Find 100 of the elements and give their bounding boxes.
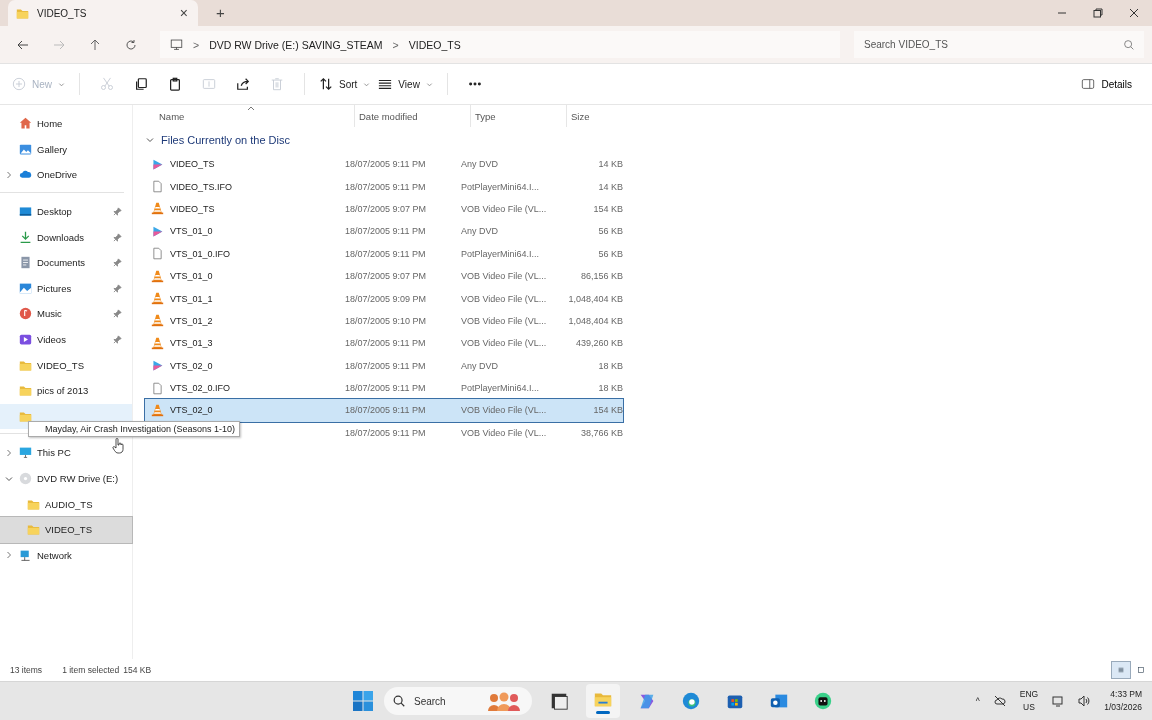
sidebar-item[interactable]: AUDIO_TS [0, 491, 124, 517]
traffic-cone-icon [151, 202, 164, 216]
file-row[interactable]: VTS_01_3 18/07/2005 9:11 PM VOB Video File (VL... 439,260 KB [145, 332, 623, 355]
file-name: VTS_01_0.IFO [170, 248, 231, 259]
size-cell-text: 439,260 KB [574, 338, 623, 349]
chevron-right-icon[interactable] [4, 550, 14, 561]
details-view-button[interactable] [1112, 662, 1130, 678]
file-icon [151, 180, 164, 194]
size-cell-text: 56 KB [597, 226, 623, 237]
traffic-cone-icon [151, 336, 164, 350]
address-bar[interactable]: > DVD RW Drive (E:) SAVING_STEAM > VIDEO_TS [160, 31, 840, 58]
tab[interactable]: VIDEO_TS × [8, 0, 198, 26]
play-icon [151, 157, 164, 171]
chevron-right-icon[interactable] [4, 170, 14, 180]
file-row[interactable]: VIDEO_TS 18/07/2005 9:07 PM VOB Video File (VL... 154 KB [145, 197, 623, 221]
date-cell-text: 18/07/2005 9:11 PM [345, 226, 427, 237]
traffic-cone-icon [151, 404, 164, 417]
close-icon [1129, 8, 1139, 18]
type-cell-text: VOB Video File (VL... [461, 427, 548, 438]
network-icon [19, 548, 32, 562]
hand-cursor-icon [112, 438, 124, 454]
file-row[interactable]: VTS_01_1 18/07/2005 9:09 PM VOB Video File (VL... 1,048,404 KB [145, 287, 623, 310]
folder-icon [27, 523, 40, 537]
tooltip: Mayday, Air Crash Investigation (Seasons 1-10) [28, 421, 240, 437]
sidebar-item[interactable]: VIDEO_TS [0, 352, 124, 378]
column-header[interactable]: Name [155, 105, 355, 127]
sidebar-item[interactable]: OneDrive [0, 162, 124, 188]
sidebar-item[interactable]: pics of 2013 [0, 377, 124, 404]
folder-icon [19, 384, 32, 398]
chevron-right-icon[interactable] [4, 447, 14, 458]
clock[interactable]: 4:33 PM 1/03/2026 [1104, 688, 1142, 714]
language-indicator[interactable]: ENG US [1019, 688, 1039, 714]
monitor-icon [19, 205, 32, 219]
date-cell-text: 18/07/2005 9:09 PM [345, 293, 428, 304]
home-icon [19, 117, 32, 131]
file-name: VTS_02_0.IFO [170, 383, 231, 394]
windows-logo-icon[interactable] [352, 690, 374, 712]
new-tab-button[interactable]: + [210, 3, 231, 22]
taskbar-search[interactable]: Search [384, 687, 532, 715]
size-cell-text: 14 KB [597, 181, 623, 192]
separator: > [193, 38, 200, 51]
file-row[interactable]: VTS_02_0 18/07/2005 9:11 PM VOB Video File (VL... 154 KB [145, 399, 623, 422]
file-row[interactable]: VIDEO_TS.IFO 18/07/2005 9:11 PM PotPlayerMini64.I... 14 KB [145, 175, 623, 198]
window-icon [549, 691, 569, 711]
sidebar-item[interactable]: Videos [0, 326, 124, 353]
type-cell-text: Any DVD [461, 226, 499, 237]
arrow-left-icon [17, 38, 29, 51]
restore-icon [1093, 8, 1103, 18]
type-cell-text: VOB Video File (VL... [461, 203, 548, 214]
sidebar-item[interactable]: VIDEO_TS [0, 516, 132, 543]
file-row[interactable]: VTS_01_0.IFO 18/07/2005 9:11 PM PotPlayerMini64.I... 56 KB [145, 242, 623, 265]
sidebar-item[interactable]: Music [0, 301, 124, 327]
column-header[interactable]: Size [567, 105, 633, 127]
sidebar-item[interactable]: Gallery [0, 136, 124, 163]
item-count: 13 items [10, 665, 43, 675]
file-name: VTS_01_2 [170, 315, 213, 326]
file-row[interactable]: VTS_02_0 18/07/2005 9:11 PM Any DVD 18 KB [145, 354, 623, 377]
traffic-cone-icon [151, 314, 164, 328]
traffic-cone-icon [151, 269, 164, 283]
file-row[interactable]: VTS_02_0.IFO 18/07/2005 9:11 PM PotPlayerMini64.I... 18 KB [145, 376, 623, 400]
play-icon [151, 224, 164, 238]
breadcrumb[interactable]: DVD RW Drive (E:) SAVING_STEAM [209, 38, 383, 51]
cloud-off-icon[interactable] [993, 695, 1006, 707]
lines-icon [1118, 665, 1124, 675]
folder-icon [16, 6, 29, 20]
type-cell-text: VOB Video File (VL... [461, 293, 548, 304]
file-icon [151, 381, 164, 395]
date-cell-text: 18/07/2005 9:11 PM [345, 181, 427, 192]
column-header[interactable]: Type [471, 105, 567, 127]
file-row[interactable]: VTS_01_0 18/07/2005 9:07 PM VOB Video File (VL... 86,156 KB [145, 264, 623, 288]
tray-chevron[interactable]: ^ [975, 696, 980, 706]
sidebar-item[interactable]: Downloads [0, 224, 124, 250]
breadcrumb[interactable]: VIDEO_TS [408, 38, 461, 51]
type-cell-text: Any DVD [461, 159, 499, 170]
search-field[interactable]: Search VIDEO_TS [854, 31, 1144, 58]
speaker-icon[interactable] [1078, 695, 1091, 707]
chevron-down-icon[interactable] [145, 135, 155, 145]
sidebar-item[interactable]: Desktop [0, 198, 124, 225]
panel-icon [1081, 77, 1096, 91]
file-row[interactable]: VTS_01_0 18/07/2005 9:11 PM Any DVD 56 KB [145, 220, 623, 243]
file-name: VIDEO_TS [170, 159, 215, 170]
column-header[interactable]: Date modified [355, 105, 471, 127]
search-icon [392, 694, 406, 708]
type-cell-text: VOB Video File (VL... [461, 405, 548, 416]
sidebar-item[interactable]: Pictures [0, 275, 124, 302]
details-button[interactable]: Details [1075, 76, 1138, 92]
file-row[interactable]: VIDEO_TS 18/07/2005 9:11 PM Any DVD 14 KB [145, 153, 623, 176]
sidebar-item[interactable]: DVD RW Drive (E:) [0, 465, 124, 492]
date-cell-text: 18/07/2005 9:11 PM [345, 405, 427, 416]
type-cell-text: VOB Video File (VL... [461, 315, 548, 326]
close-tab-button[interactable]: × [177, 5, 190, 21]
size-cell-text: 86,156 KB [579, 271, 623, 282]
arrow-right-icon [53, 38, 65, 51]
file-row[interactable]: VTS_01_2 18/07/2005 9:10 PM VOB Video File (VL... 1,048,404 KB [145, 309, 623, 333]
file-name: VTS_02_0 [170, 405, 213, 416]
sidebar-item[interactable]: Home [0, 111, 124, 137]
monitor-icon[interactable] [1052, 695, 1065, 707]
sidebar-item[interactable]: Documents [0, 249, 124, 276]
caret-icon [363, 80, 371, 88]
sidebar-item[interactable]: Network [0, 542, 124, 569]
